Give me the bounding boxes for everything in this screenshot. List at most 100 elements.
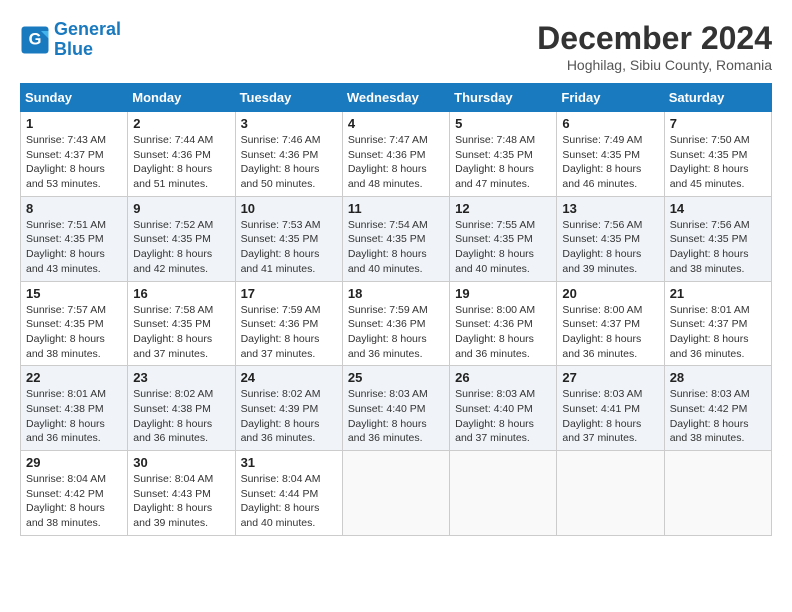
day-info: Sunrise: 7:56 AMSunset: 4:35 PMDaylight:… [562, 218, 658, 277]
day-number: 14 [670, 201, 766, 216]
calendar-cell: 6Sunrise: 7:49 AMSunset: 4:35 PMDaylight… [557, 112, 664, 197]
day-info: Sunrise: 7:57 AMSunset: 4:35 PMDaylight:… [26, 303, 122, 362]
day-number: 23 [133, 370, 229, 385]
calendar-cell: 27Sunrise: 8:03 AMSunset: 4:41 PMDayligh… [557, 366, 664, 451]
calendar-cell: 23 Sunrise: 8:02 AMSunset: 4:38 PMDayligh… [128, 366, 235, 451]
day-info: Sunrise: 8:01 AMSunset: 4:37 PMDaylight:… [670, 303, 766, 362]
day-info: Sunrise: 7:59 AMSunset: 4:36 PMDaylight:… [348, 303, 444, 362]
header-day-monday: Monday [128, 84, 235, 112]
header-day-thursday: Thursday [450, 84, 557, 112]
calendar-cell: 26 Sunrise: 8:03 AMSunset: 4:40 PMDayligh… [450, 366, 557, 451]
month-title: December 2024 [537, 20, 772, 57]
calendar-cell: 28 Sunrise: 8:03 AMSunset: 4:42 PMDayligh… [664, 366, 771, 451]
day-info: Sunrise: 7:46 AMSunset: 4:36 PMDaylight:… [241, 133, 337, 192]
day-info: Sunrise: 7:47 AMSunset: 4:36 PMDaylight:… [348, 133, 444, 192]
day-number: 13 [562, 201, 658, 216]
day-info: Sunrise: 8:02 AMSunset: 4:39 PMDaylight:… [241, 387, 337, 446]
calendar-cell: 31Sunrise: 8:04 AMSunset: 4:44 PMDayligh… [235, 451, 342, 536]
day-number: 26 [455, 370, 551, 385]
day-number: 7 [670, 116, 766, 131]
calendar-cell: 22Sunrise: 8:01 AMSunset: 4:38 PMDayligh… [21, 366, 128, 451]
day-number: 29 [26, 455, 122, 470]
header-day-friday: Friday [557, 84, 664, 112]
title-area: December 2024 Hoghilag, Sibiu County, Ro… [537, 20, 772, 73]
calendar-cell: 5 Sunrise: 7:48 AMSunset: 4:35 PMDaylight… [450, 112, 557, 197]
calendar-cell [450, 451, 557, 536]
logo-line1: General [54, 19, 121, 39]
day-number: 16 [133, 286, 229, 301]
day-number: 6 [562, 116, 658, 131]
day-number: 1 [26, 116, 122, 131]
calendar-cell: 10 Sunrise: 7:53 AMSunset: 4:35 PMDayligh… [235, 196, 342, 281]
day-info: Sunrise: 8:03 AMSunset: 4:41 PMDaylight:… [562, 387, 658, 446]
day-info: Sunrise: 8:02 AMSunset: 4:38 PMDaylight:… [133, 387, 229, 446]
day-info: Sunrise: 8:03 AMSunset: 4:40 PMDaylight:… [348, 387, 444, 446]
day-info: Sunrise: 7:54 AMSunset: 4:35 PMDaylight:… [348, 218, 444, 277]
header-day-saturday: Saturday [664, 84, 771, 112]
day-number: 30 [133, 455, 229, 470]
day-number: 2 [133, 116, 229, 131]
day-number: 21 [670, 286, 766, 301]
day-number: 24 [241, 370, 337, 385]
calendar-cell: 3 Sunrise: 7:46 AMSunset: 4:36 PMDaylight… [235, 112, 342, 197]
day-number: 20 [562, 286, 658, 301]
day-number: 3 [241, 116, 337, 131]
calendar-cell: 14 Sunrise: 7:56 AMSunset: 4:35 PMDayligh… [664, 196, 771, 281]
week-row-0: 1 Sunrise: 7:43 AMSunset: 4:37 PMDaylight… [21, 112, 772, 197]
calendar-table: SundayMondayTuesdayWednesdayThursdayFrid… [20, 83, 772, 536]
day-info: Sunrise: 7:43 AMSunset: 4:37 PMDaylight:… [26, 133, 122, 192]
calendar-cell: 13 Sunrise: 7:56 AMSunset: 4:35 PMDayligh… [557, 196, 664, 281]
calendar-cell: 18 Sunrise: 7:59 AMSunset: 4:36 PMDayligh… [342, 281, 449, 366]
day-number: 8 [26, 201, 122, 216]
calendar-cell [557, 451, 664, 536]
day-number: 12 [455, 201, 551, 216]
day-info: Sunrise: 7:48 AMSunset: 4:35 PMDaylight:… [455, 133, 551, 192]
logo: G General Blue [20, 20, 121, 60]
calendar-cell: 2 Sunrise: 7:44 AMSunset: 4:36 PMDaylight… [128, 112, 235, 197]
calendar-cell: 20 Sunrise: 8:00 AMSunset: 4:37 PMDayligh… [557, 281, 664, 366]
day-number: 5 [455, 116, 551, 131]
header-day-wednesday: Wednesday [342, 84, 449, 112]
calendar-cell [342, 451, 449, 536]
day-info: Sunrise: 7:51 AMSunset: 4:35 PMDaylight:… [26, 218, 122, 277]
logo-icon: G [20, 25, 50, 55]
day-info: Sunrise: 8:04 AMSunset: 4:44 PMDaylight:… [241, 472, 337, 531]
day-info: Sunrise: 7:52 AMSunset: 4:35 PMDaylight:… [133, 218, 229, 277]
day-info: Sunrise: 7:44 AMSunset: 4:36 PMDaylight:… [133, 133, 229, 192]
day-info: Sunrise: 8:03 AMSunset: 4:40 PMDaylight:… [455, 387, 551, 446]
day-number: 9 [133, 201, 229, 216]
day-info: Sunrise: 7:53 AMSunset: 4:35 PMDaylight:… [241, 218, 337, 277]
calendar-cell: 11 Sunrise: 7:54 AMSunset: 4:35 PMDayligh… [342, 196, 449, 281]
week-row-2: 15 Sunrise: 7:57 AMSunset: 4:35 PMDayligh… [21, 281, 772, 366]
day-info: Sunrise: 7:56 AMSunset: 4:35 PMDaylight:… [670, 218, 766, 277]
calendar-cell: 30Sunrise: 8:04 AMSunset: 4:43 PMDayligh… [128, 451, 235, 536]
logo-text: General Blue [54, 20, 121, 60]
header-row: SundayMondayTuesdayWednesdayThursdayFrid… [21, 84, 772, 112]
calendar-cell: 16Sunrise: 7:58 AMSunset: 4:35 PMDayligh… [128, 281, 235, 366]
calendar-header: SundayMondayTuesdayWednesdayThursdayFrid… [21, 84, 772, 112]
week-row-4: 29Sunrise: 8:04 AMSunset: 4:42 PMDayligh… [21, 451, 772, 536]
day-number: 18 [348, 286, 444, 301]
day-number: 10 [241, 201, 337, 216]
day-info: Sunrise: 8:03 AMSunset: 4:42 PMDaylight:… [670, 387, 766, 446]
day-number: 25 [348, 370, 444, 385]
day-info: Sunrise: 7:55 AMSunset: 4:35 PMDaylight:… [455, 218, 551, 277]
header-day-tuesday: Tuesday [235, 84, 342, 112]
header-day-sunday: Sunday [21, 84, 128, 112]
calendar-cell: 19Sunrise: 8:00 AMSunset: 4:36 PMDayligh… [450, 281, 557, 366]
calendar-cell: 7 Sunrise: 7:50 AMSunset: 4:35 PMDaylight… [664, 112, 771, 197]
day-info: Sunrise: 7:50 AMSunset: 4:35 PMDaylight:… [670, 133, 766, 192]
day-number: 11 [348, 201, 444, 216]
day-number: 17 [241, 286, 337, 301]
day-number: 28 [670, 370, 766, 385]
calendar-cell: 17Sunrise: 7:59 AMSunset: 4:36 PMDayligh… [235, 281, 342, 366]
location-subtitle: Hoghilag, Sibiu County, Romania [537, 57, 772, 73]
day-info: Sunrise: 8:01 AMSunset: 4:38 PMDaylight:… [26, 387, 122, 446]
week-row-1: 8 Sunrise: 7:51 AMSunset: 4:35 PMDaylight… [21, 196, 772, 281]
day-info: Sunrise: 8:00 AMSunset: 4:37 PMDaylight:… [562, 303, 658, 362]
calendar-cell: 25 Sunrise: 8:03 AMSunset: 4:40 PMDayligh… [342, 366, 449, 451]
calendar-cell: 1 Sunrise: 7:43 AMSunset: 4:37 PMDaylight… [21, 112, 128, 197]
calendar-cell: 29Sunrise: 8:04 AMSunset: 4:42 PMDayligh… [21, 451, 128, 536]
day-number: 15 [26, 286, 122, 301]
calendar-cell: 15 Sunrise: 7:57 AMSunset: 4:35 PMDayligh… [21, 281, 128, 366]
